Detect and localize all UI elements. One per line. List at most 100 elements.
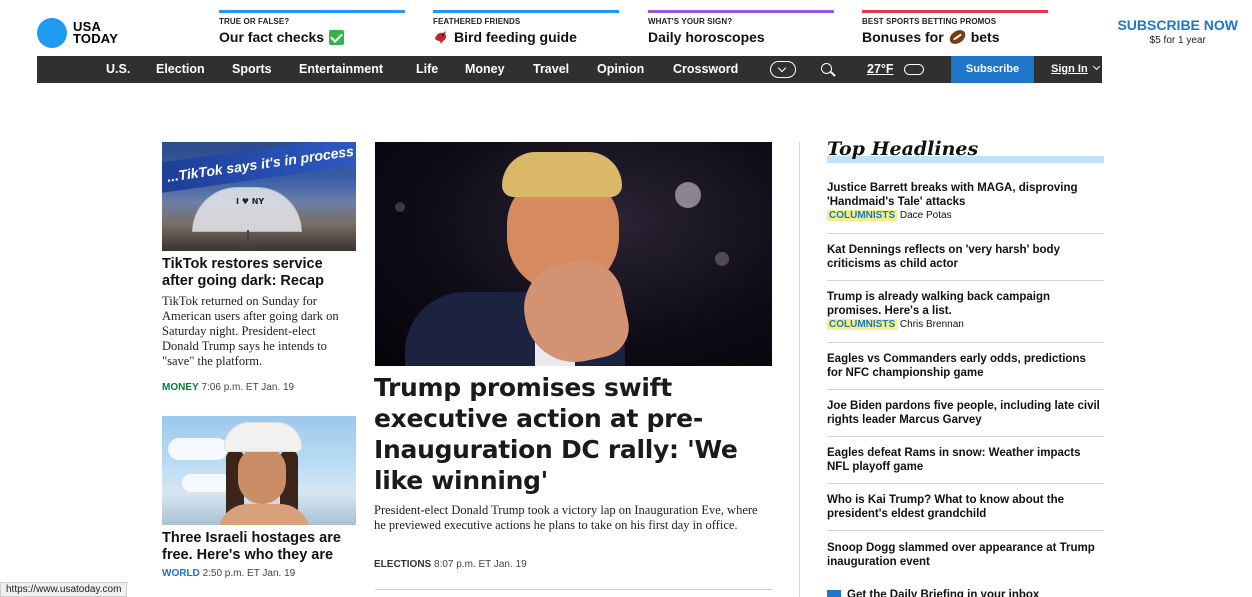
check-icon xyxy=(329,29,345,45)
story-timestamp: 7:06 p.m. ET Jan. 19 xyxy=(201,382,295,393)
divider xyxy=(827,280,1104,281)
main-story-headline[interactable]: Trump promises swift executive action at… xyxy=(374,372,774,496)
hostage-story-meta: WORLD 2:50 p.m. ET Jan. 19 xyxy=(162,568,295,579)
top-headline-item[interactable]: Kat Dennings reflects on 'very harsh' bo… xyxy=(827,243,1104,271)
bokeh-light xyxy=(395,202,405,212)
nav-item-money[interactable]: Money xyxy=(465,56,505,83)
face-shape xyxy=(238,448,286,504)
top-headline-item[interactable]: Snoop Dogg slammed over appearance at Tr… xyxy=(827,541,1104,569)
main-story-meta: ELECTIONS 8:07 p.m. ET Jan. 19 xyxy=(374,559,527,570)
subscribe-button[interactable]: Subscribe xyxy=(951,56,1034,83)
chevron-down-icon xyxy=(1092,62,1100,71)
promo-betting[interactable]: BEST SPORTS BETTING PROMOS Bonuses for b… xyxy=(862,10,1048,47)
author-name: Chris Brennan xyxy=(899,319,964,330)
headline-text: Eagles vs Commanders early odds, predict… xyxy=(827,353,1086,379)
section-tag-elections[interactable]: ELECTIONS xyxy=(374,559,431,570)
top-headlines-title: Top Headlines xyxy=(827,138,979,160)
top-headline-item[interactable]: Eagles vs Commanders early odds, predict… xyxy=(827,352,1104,380)
logo-line2: TODAY xyxy=(73,31,119,46)
tiktok-story-summary: TikTok returned on Sunday for American u… xyxy=(162,294,339,368)
promo-kicker: FEATHERED FRIENDS xyxy=(433,17,521,26)
subscribe-now-link[interactable]: SUBSCRIBE NOW $5 for 1 year xyxy=(1117,17,1238,46)
weather-temp[interactable]: 27°F xyxy=(867,56,894,83)
nav-item-election[interactable]: Election xyxy=(156,56,205,83)
main-story-summary: President-elect Donald Trump took a vict… xyxy=(374,503,758,532)
sign-in-button[interactable]: Sign In xyxy=(1051,56,1100,83)
headline-text: Kat Dennings reflects on 'very harsh' bo… xyxy=(827,244,1060,270)
headline-text: Who is Kai Trump? What to know about the… xyxy=(827,494,1065,520)
tiktok-story-headline[interactable]: TikTok restores service after going dark… xyxy=(162,256,352,290)
section-tag-money[interactable]: MONEY xyxy=(162,382,199,393)
football-icon xyxy=(946,27,968,47)
umbrella-text: I ♥ NY xyxy=(236,197,265,206)
promo-title-pre: Bonuses for xyxy=(862,29,944,45)
promo-title-post: bets xyxy=(970,29,1000,45)
briefing-text: Get the Daily Briefing in your inbox xyxy=(847,589,1040,597)
top-headline-item[interactable]: Who is Kai Trump? What to know about the… xyxy=(827,493,1104,521)
nav-item-entertainment[interactable]: Entertainment xyxy=(299,56,383,83)
column-divider xyxy=(799,142,800,597)
divider xyxy=(375,589,772,590)
divider xyxy=(827,233,1104,234)
logo-dot-icon xyxy=(37,18,67,48)
hostage-story-headline[interactable]: Three Israeli hostages are free. Here's … xyxy=(162,530,354,564)
cloudy-weather-icon xyxy=(904,64,924,75)
story-timestamp: 8:07 p.m. ET Jan. 19 xyxy=(434,559,527,570)
author-name: Dace Potas xyxy=(899,210,952,221)
hair-shape xyxy=(502,152,622,197)
nav-item-sports[interactable]: Sports xyxy=(232,56,272,83)
divider xyxy=(827,483,1104,484)
subscribe-now-label: SUBSCRIBE NOW xyxy=(1117,17,1238,33)
nav-item-opinion[interactable]: Opinion xyxy=(597,56,644,83)
story-timestamp: 2:50 p.m. ET Jan. 19 xyxy=(202,568,296,579)
divider xyxy=(827,530,1104,531)
hat-shape xyxy=(224,422,302,452)
more-sections-chevron-icon[interactable] xyxy=(770,61,796,78)
bokeh-light xyxy=(715,252,729,266)
top-headline-item[interactable]: Joe Biden pardons five people, including… xyxy=(827,399,1104,427)
promo-bird-feeding[interactable]: FEATHERED FRIENDS Bird feeding guide xyxy=(433,10,619,45)
divider xyxy=(827,436,1104,437)
promo-kicker: WHAT'S YOUR SIGN? xyxy=(648,17,733,26)
status-bar-url: https://www.usatoday.com xyxy=(0,582,128,597)
usa-today-logo[interactable]: USA TODAY xyxy=(37,18,118,48)
headline-text: Snoop Dogg slammed over appearance at Tr… xyxy=(827,542,1095,568)
hostage-story-image[interactable] xyxy=(162,416,356,525)
headline-text: Eagles defeat Rams in snow: Weather impa… xyxy=(827,447,1081,473)
main-nav: U.S. Election Sports Entertainment Life … xyxy=(37,56,1102,83)
promo-title: Bird feeding guide xyxy=(454,29,577,45)
nav-item-travel[interactable]: Travel xyxy=(533,56,569,83)
columnists-tag[interactable]: COLUMNISTS xyxy=(827,319,898,330)
sky-cloud xyxy=(168,438,228,460)
sky-cloud xyxy=(182,474,232,492)
top-headline-item[interactable]: Trump is already walking back campaign p… xyxy=(827,290,1104,332)
nav-item-life[interactable]: Life xyxy=(416,56,438,83)
umbrella-shape xyxy=(192,187,302,232)
promo-kicker: TRUE OR FALSE? xyxy=(219,17,290,26)
bokeh-light xyxy=(675,182,701,208)
nav-item-crossword[interactable]: Crossword xyxy=(673,56,738,83)
tiktok-story-image[interactable]: ...TikTok says it's in process of restor… xyxy=(162,142,356,251)
top-promo-bar: USA TODAY TRUE OR FALSE? Our fact checks… xyxy=(0,0,1252,56)
sign-in-label: Sign In xyxy=(1051,63,1088,75)
search-icon[interactable] xyxy=(821,63,832,74)
columnists-tag[interactable]: COLUMNISTS xyxy=(827,210,898,221)
promo-title: Daily horoscopes xyxy=(648,29,765,45)
umbrella-pole xyxy=(247,230,249,251)
section-tag-world[interactable]: WORLD xyxy=(162,568,200,579)
main-story-image[interactable] xyxy=(375,142,772,366)
divider xyxy=(827,389,1104,390)
daily-briefing-link[interactable]: Get the Daily Briefing in your inbox xyxy=(827,589,1039,597)
divider xyxy=(827,342,1104,343)
bird-icon xyxy=(433,30,449,45)
tiktok-story-meta: MONEY 7:06 p.m. ET Jan. 19 xyxy=(162,382,294,393)
top-headline-item[interactable]: Justice Barrett breaks with MAGA, dispro… xyxy=(827,181,1104,223)
headline-text: Justice Barrett breaks with MAGA, dispro… xyxy=(827,182,1078,208)
promo-horoscopes[interactable]: WHAT'S YOUR SIGN? Daily horoscopes xyxy=(648,10,834,45)
subscribe-offer: $5 for 1 year xyxy=(1149,35,1206,46)
promo-fact-checks[interactable]: TRUE OR FALSE? Our fact checks xyxy=(219,10,405,45)
mail-icon xyxy=(827,590,841,597)
top-headline-item[interactable]: Eagles defeat Rams in snow: Weather impa… xyxy=(827,446,1104,474)
nav-item-us[interactable]: U.S. xyxy=(106,56,130,83)
tiktok-banner-text: ...TikTok says it's in process of restor… xyxy=(162,142,356,194)
